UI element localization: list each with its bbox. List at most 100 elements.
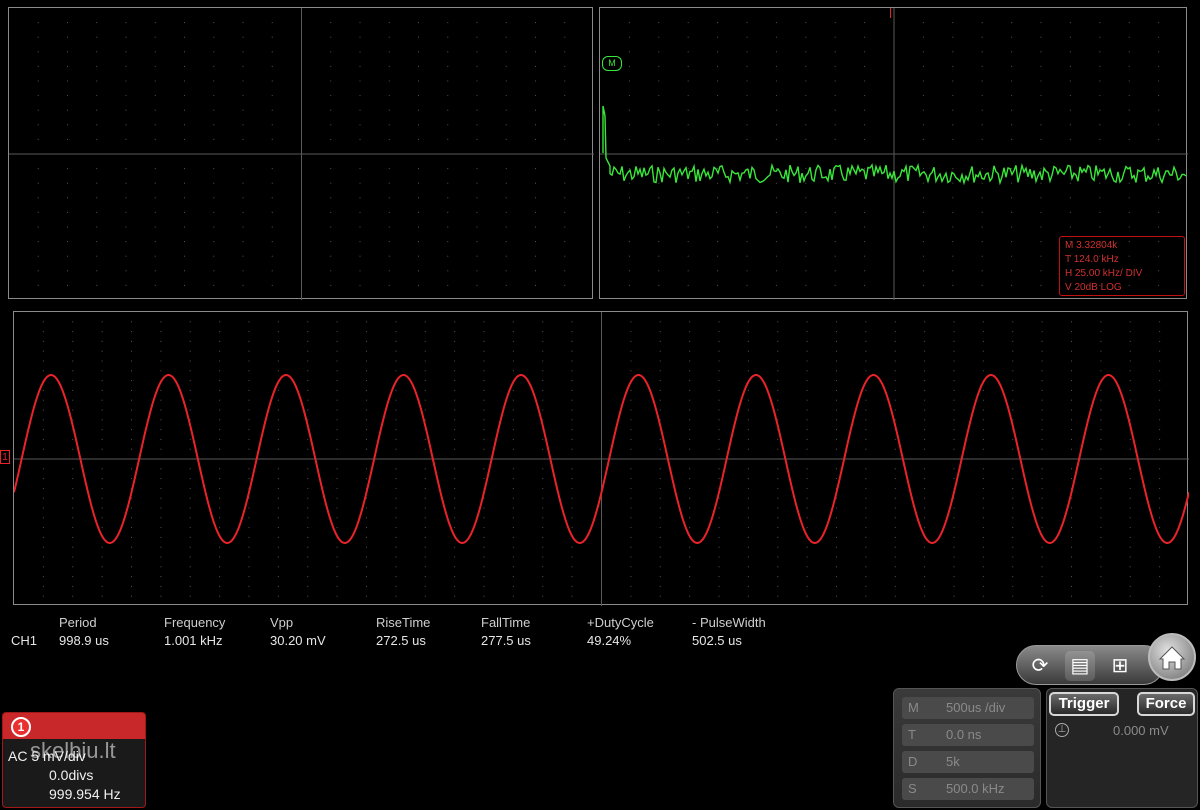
grid-dot [125, 255, 127, 257]
timebase-d-value: 5k [946, 754, 960, 769]
grid-dot [476, 124, 478, 126]
grid-dot [447, 51, 449, 53]
grid-dot [359, 65, 361, 67]
grid-dot [37, 241, 39, 243]
grid-dot [242, 197, 244, 199]
grid-dot [184, 182, 185, 184]
grid-dot [330, 109, 332, 111]
grid-dot [242, 109, 244, 111]
grid-dot [447, 80, 449, 82]
grid-dot [213, 65, 215, 67]
grid-dot [125, 168, 127, 170]
measure-value: 277.5 us [481, 633, 531, 648]
grid-dot [37, 95, 39, 97]
trigger-level-value: 0.000 mV [1113, 723, 1169, 738]
grid-dot [476, 22, 478, 24]
grid-dot [330, 197, 332, 199]
grid-dot [67, 22, 68, 24]
waveform-panel [13, 311, 1189, 606]
grid-dot [359, 211, 361, 213]
grid-dot [418, 36, 419, 38]
force-button[interactable]: Force [1137, 692, 1195, 716]
grid-dot [213, 211, 215, 213]
autoset-icon[interactable]: ⟳ [1025, 651, 1055, 681]
grid-dot [184, 168, 185, 170]
measure-value: 49.24% [587, 633, 632, 648]
timebase-row-t[interactable]: T 0.0 ns [902, 724, 1034, 746]
ch1-badge[interactable]: 1 [11, 717, 31, 737]
grid-dot [271, 241, 273, 243]
grid-dot [359, 255, 361, 257]
grid-dot [67, 95, 68, 97]
grid-dot [37, 255, 39, 257]
grid-dot [447, 226, 449, 228]
grid-dot [184, 80, 185, 82]
ch1-sine-line [14, 373, 1189, 545]
grid-dot [505, 80, 507, 82]
grid-dot [271, 197, 273, 199]
grid-dot [535, 182, 536, 184]
grid-dot [447, 36, 449, 38]
grid-dot [535, 255, 536, 257]
save-icon[interactable]: ▤ [1065, 651, 1095, 681]
grid-dot [564, 197, 566, 199]
grid-dot [67, 270, 68, 272]
grid-dot [242, 65, 244, 67]
grid-dot [359, 80, 361, 82]
grid-dot [184, 65, 185, 67]
home-button[interactable] [1148, 633, 1196, 681]
ch1-level-marker[interactable]: 1 [0, 450, 10, 464]
measure-label: RiseTime [376, 615, 431, 630]
grid-dot [476, 284, 478, 286]
grid-dot [67, 36, 68, 38]
grid-dot [388, 109, 390, 111]
grid-dot [564, 36, 566, 38]
grid-dot [125, 109, 127, 111]
grid-dot [505, 65, 507, 67]
timebase-row-d[interactable]: D 5k [902, 751, 1034, 773]
grid-dot [242, 255, 244, 257]
grid-dot [330, 22, 332, 24]
timebase-row-m[interactable]: M 500us /div [902, 697, 1034, 719]
grid-dot [37, 226, 39, 228]
grid-dot [96, 241, 98, 243]
grid-dot [388, 211, 390, 213]
grid-dot [213, 36, 215, 38]
grid-dot [564, 182, 566, 184]
grid-dot [37, 65, 39, 67]
fft-left-grid [9, 8, 594, 300]
grid-dot [271, 51, 273, 53]
grid-dot [213, 80, 215, 82]
grid-dot [505, 95, 507, 97]
grid-dot [564, 270, 566, 272]
grid-dot [505, 138, 507, 140]
grid-dot [564, 241, 566, 243]
layout-icon[interactable]: ⊞ [1105, 651, 1135, 681]
grid-dot [154, 241, 156, 243]
grid-dot [447, 168, 449, 170]
grid-dot [184, 211, 185, 213]
grid-dot [564, 255, 566, 257]
toolbar: ⟳ ▤ ⊞ [1016, 645, 1164, 685]
grid-dot [125, 226, 127, 228]
grid-dot [388, 124, 390, 126]
grid-dot [242, 22, 244, 24]
grid-dot [505, 211, 507, 213]
timebase-t-value: 0.0 ns [946, 727, 982, 742]
fft-info-h: H 25.00 kHz/ DIV [1065, 268, 1143, 279]
timebase-row-s[interactable]: S 500.0 kHz [902, 778, 1034, 800]
fft-info-t: T 124.0 kHz [1065, 254, 1119, 265]
grid-dot [564, 80, 566, 82]
grid-dot [271, 22, 273, 24]
grid-dot [476, 51, 478, 53]
grid-dot [388, 255, 390, 257]
grid-dot [330, 270, 332, 272]
fft-marker-badge[interactable]: M [602, 56, 622, 71]
grid-dot [476, 211, 478, 213]
grid-dot [96, 182, 98, 184]
fft-info-m: M 3.32804k [1065, 240, 1118, 251]
trigger-button[interactable]: Trigger [1049, 692, 1119, 716]
timebase-panel[interactable]: M 500us /div T 0.0 ns D 5k S 500.0 kHz [893, 688, 1041, 808]
grid-dot [418, 138, 419, 140]
grid-dot [184, 255, 185, 257]
